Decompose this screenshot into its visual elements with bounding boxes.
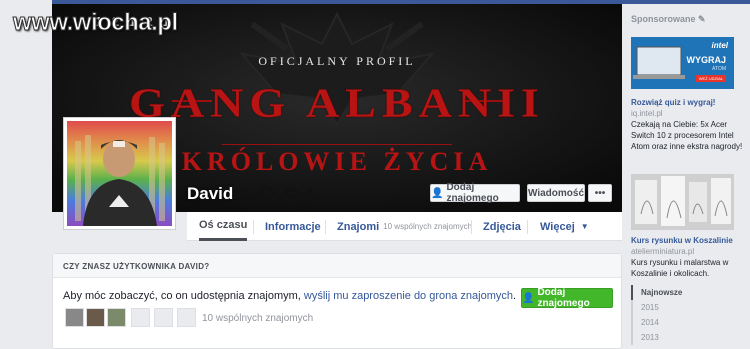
nav-divider	[253, 220, 254, 234]
profile-nav: Oś czasu Informacje Znajomi 10 wspólnych…	[187, 212, 622, 241]
drawings-image	[631, 174, 734, 230]
profile-name[interactable]: David	[187, 184, 233, 204]
tab-timeline[interactable]: Oś czasu	[199, 212, 248, 241]
friend-prompt-text-after: .	[513, 290, 517, 302]
sponsored-heading[interactable]: Sponsorowane ✎	[631, 14, 706, 25]
intel-logo: intel	[711, 41, 728, 50]
more-options-icon: •••	[594, 187, 606, 199]
ad2-title[interactable]: Kurs rysunku w Koszalinie	[631, 236, 733, 245]
add-friend-label: Dodaj znajomego	[446, 182, 499, 204]
left-gutter	[0, 0, 52, 349]
tab-photos-label: Zdjęcia	[483, 220, 521, 233]
send-request-link[interactable]: wyślij mu zaproszenie do grona znajomych	[304, 290, 513, 302]
more-options-button[interactable]: •••	[588, 184, 612, 202]
ad2-body: Kurs rysunku i malarstwa w Koszalinie i …	[631, 258, 729, 278]
mutual-friend-avatar-placeholder[interactable]	[131, 308, 150, 327]
edit-icon: ✎	[698, 14, 706, 24]
nav-divider	[325, 220, 326, 234]
mutual-friend-avatar-placeholder[interactable]	[154, 308, 173, 327]
tab-more-label: Więcej	[540, 220, 575, 233]
friend-prompt-heading: CZY ZNASZ UŻYTKOWNIKA DAVID?	[53, 254, 621, 278]
friend-prompt-text: Aby móc zobaczyć, co on udostępnia znajo…	[63, 290, 516, 302]
ad-drawing-image[interactable]	[631, 174, 734, 230]
tab-friends[interactable]: Znajomi 10 wspólnych znajomych	[337, 212, 472, 241]
add-friend-icon: 👤	[431, 187, 444, 199]
year-2014[interactable]: 2014	[631, 315, 741, 330]
message-label: Wiadomość	[527, 187, 585, 199]
mutual-friend-avatar-placeholder[interactable]	[177, 308, 196, 327]
year-2013[interactable]: 2013	[631, 330, 741, 345]
year-2015[interactable]: 2015	[631, 300, 741, 315]
sponsored-label: Sponsorowane	[631, 14, 696, 24]
message-button[interactable]: Wiadomość	[527, 184, 585, 202]
friend-prompt-text-before: Aby móc zobaczyć, co on udostępnia znajo…	[63, 290, 304, 302]
add-friend-button[interactable]: 👤 Dodaj znajomego	[430, 182, 520, 204]
add-friend-green-button[interactable]: 👤 Dodaj znajomego	[521, 287, 613, 309]
profile-photo-image	[67, 121, 172, 226]
ad-intel-image[interactable]: intel WYGRAJ ATOM WEŹ UDZIAŁ	[631, 37, 734, 89]
tab-timeline-label: Oś czasu	[199, 219, 248, 231]
ad1-title[interactable]: Rozwiąż quiz i wygraj!	[631, 98, 715, 107]
mutual-friends-count[interactable]: 10 wspólnych znajomych	[202, 313, 313, 324]
ad-banner-heading: WYGRAJ	[686, 55, 726, 65]
cover-kicker: OFICJALNY PROFIL	[258, 54, 416, 68]
profile-photo[interactable]	[63, 117, 176, 230]
mutual-friend-avatar[interactable]	[107, 308, 126, 327]
chevron-down-icon: ▼	[580, 222, 589, 231]
name-redaction-scribble	[234, 185, 319, 206]
mutual-friend-avatar[interactable]	[86, 308, 105, 327]
tab-photos[interactable]: Zdjęcia	[483, 212, 521, 241]
mutual-friend-avatar[interactable]	[65, 308, 84, 327]
ad1-url[interactable]: iq.intel.pl	[631, 109, 663, 118]
add-friend-icon: 👤	[522, 292, 535, 304]
tab-friends-label: Znajomi	[337, 220, 380, 233]
watermark: www.wiocha.pl	[13, 9, 179, 37]
timeline-year-nav: Najnowsze 2015 2014 2013	[631, 285, 741, 345]
nav-divider	[527, 220, 528, 234]
cover-mid-rule	[222, 144, 452, 145]
friend-prompt-card: CZY ZNASZ UŻYTKOWNIKA DAVID? Aby móc zob…	[52, 253, 622, 349]
nav-divider	[471, 220, 472, 234]
tab-about-label: Informacje	[265, 220, 321, 233]
ad2-url[interactable]: atelierminiatura.pl	[631, 247, 694, 256]
tab-friends-count: 10 wspólnych znajomych	[383, 222, 473, 231]
ad-banner-cta: WEŹ UDZIAŁ	[695, 75, 726, 82]
tab-more[interactable]: Więcej ▼	[540, 212, 589, 241]
ad1-body: Czekają na Ciebie: 5x Acer Switch 10 z p…	[631, 120, 743, 151]
ad-banner-sub: ATOM	[712, 66, 726, 72]
year-latest[interactable]: Najnowsze	[631, 285, 741, 300]
add-friend-green-label: Dodaj znajomego	[537, 287, 590, 309]
tab-about[interactable]: Informacje	[265, 212, 321, 241]
